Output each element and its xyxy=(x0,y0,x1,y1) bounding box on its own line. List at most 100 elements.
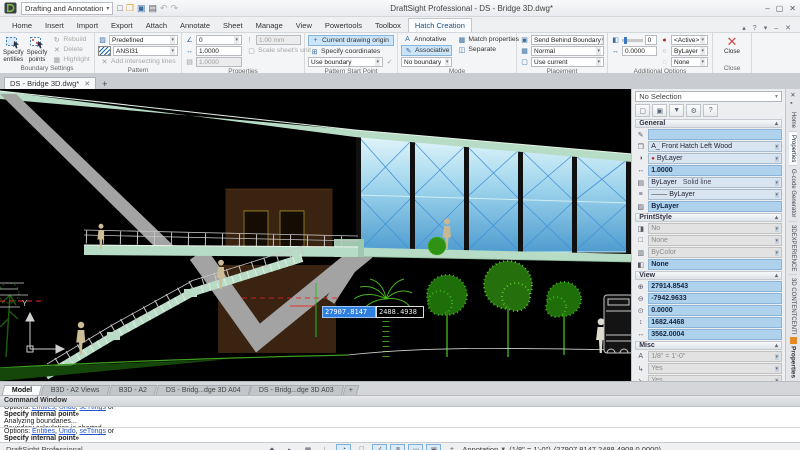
minimize-button[interactable]: – xyxy=(765,4,769,13)
selection-filter-select[interactable]: No Selection ▾ xyxy=(635,91,782,102)
gap-tolerance-field[interactable]: 0.0000 xyxy=(622,46,657,56)
tab-insert[interactable]: Insert xyxy=(39,19,70,32)
view-width-field[interactable]: 3562.0004 xyxy=(648,329,782,340)
command-window[interactable]: Command Window Options: Entities, Undo, … xyxy=(0,395,800,442)
hatch-scale-field[interactable]: 1.0000 xyxy=(196,46,242,56)
sheet-tab-b3d-a2[interactable]: B3D - A2 xyxy=(109,385,158,395)
help-icon[interactable]: ? xyxy=(750,25,760,32)
document-tab[interactable]: DS - Bridge 3D.dwg* ✕ xyxy=(4,77,96,89)
new-file-icon[interactable]: □ xyxy=(117,3,122,13)
section-printstyle[interactable]: PrintStyle▴ xyxy=(635,213,782,222)
scale-sheet-unit-toggle[interactable]: ▢Scale sheet's unit xyxy=(245,46,301,55)
pattern-type-select[interactable]: Predefined▾ xyxy=(109,35,178,45)
undo-icon[interactable]: ↶ xyxy=(160,3,168,13)
close-icon[interactable]: ✕ xyxy=(782,24,794,32)
linestyle-select[interactable]: ByLayerSolid line▾ xyxy=(648,177,782,188)
view-height-field[interactable]: 1682.4468 xyxy=(648,317,782,328)
dynamic-input-x[interactable]: 27907.8147 xyxy=(322,306,376,318)
minimize-icon[interactable]: – xyxy=(771,25,781,32)
associative-toggle[interactable]: ✎Associative xyxy=(401,45,452,56)
tab-manage[interactable]: Manage xyxy=(250,19,289,32)
tab-import[interactable]: Import xyxy=(71,19,104,32)
etrack-icon[interactable]: ∠ xyxy=(372,444,387,450)
esnap-icon[interactable]: □ xyxy=(354,444,369,450)
no-boundary-select[interactable]: No boundary▾ xyxy=(401,57,452,67)
match-properties-button[interactable]: ▩Match properties xyxy=(455,35,513,44)
island-detection-select[interactable]: Normal▾ xyxy=(531,46,604,56)
close-panel-icon[interactable]: ✕ xyxy=(790,91,795,99)
center-z-field[interactable]: 0.0000 xyxy=(648,305,782,316)
hatch-angle-select[interactable]: 0▾ xyxy=(196,35,242,45)
tab-toolbox[interactable]: Toolbox xyxy=(369,19,407,32)
section-misc[interactable]: Misc▴ xyxy=(635,341,782,350)
new-document-button[interactable]: + xyxy=(99,79,110,89)
snap-icon[interactable]: ◆ xyxy=(264,444,279,450)
tab-sheet[interactable]: Sheet xyxy=(217,19,249,32)
workspace-selector[interactable]: Drafting and Annotation ▾ xyxy=(21,2,113,15)
dynamic-input-y[interactable]: 2488.4938 xyxy=(376,306,424,318)
style-select[interactable]: None▾ xyxy=(671,57,708,67)
use-current-select[interactable]: Use current▾ xyxy=(531,57,604,67)
linecolor-select[interactable]: ●ByLayer▾ xyxy=(648,153,782,164)
tab-view[interactable]: View xyxy=(290,19,318,32)
settings-option-link[interactable]: seTtings xyxy=(80,407,106,411)
redo-icon[interactable]: ↷ xyxy=(171,3,179,13)
entities-option-link[interactable]: Entities xyxy=(32,428,55,435)
section-general[interactable]: General▴ xyxy=(635,119,782,128)
command-prompt[interactable]: Options: Entities, Undo, seTtings or Spe… xyxy=(0,427,800,442)
polar-icon[interactable]: ◔ xyxy=(336,444,351,450)
print-icon[interactable]: ▤ xyxy=(148,3,157,13)
tab-home[interactable]: Home xyxy=(6,19,38,32)
add-intersecting-lines-toggle[interactable]: ✕Add intersecting lines xyxy=(98,57,178,66)
side-tab-home[interactable]: Home xyxy=(789,109,797,132)
close-button[interactable]: ✕ xyxy=(789,4,796,13)
lineweight-icon[interactable]: ≡ xyxy=(390,444,405,450)
drawing-canvas[interactable]: 27907.8147 2488.4938 Y xyxy=(0,89,631,381)
linescale-field[interactable]: 1.0000 xyxy=(648,165,782,176)
model-space-icon[interactable]: ▣ xyxy=(426,444,441,450)
command-window-header[interactable]: Command Window xyxy=(0,396,800,407)
close-hatch-button[interactable]: ✕ Close xyxy=(719,35,745,56)
transparency-field[interactable]: ByLayer xyxy=(648,201,782,212)
grid-icon[interactable]: ▦ xyxy=(300,444,315,450)
hatch-spacing-field[interactable]: 1.0000 xyxy=(196,57,242,67)
center-x-field[interactable]: 27914.8543 xyxy=(648,281,782,292)
quick-select-icon[interactable]: ▣ xyxy=(652,104,667,117)
specify-coordinates-button[interactable]: ⊞Specify coordinates xyxy=(308,47,394,56)
close-tab-icon[interactable]: ✕ xyxy=(84,80,90,88)
pin-panel-icon[interactable]: ▪ xyxy=(790,100,795,107)
chevron-down-icon[interactable]: ▾ xyxy=(761,24,771,32)
help-icon[interactable]: ? xyxy=(703,104,718,117)
delete-button[interactable]: ✕Delete xyxy=(50,45,91,54)
annotative-toggle[interactable]: AAnnotative xyxy=(401,35,452,44)
transparency-slider[interactable] xyxy=(622,39,643,42)
sheet-tab-b3d-a2-views[interactable]: B3D - A2 Views xyxy=(41,385,110,395)
select-entities-icon[interactable]: ▢ xyxy=(635,104,650,117)
transparency-value[interactable]: 0 xyxy=(645,35,657,45)
current-drawing-origin-toggle[interactable]: +Current drawing origin xyxy=(308,35,394,46)
pattern-name-select[interactable]: ANSI31▾ xyxy=(113,46,178,56)
settings-option-link[interactable]: seTtings xyxy=(80,428,106,435)
maximize-button[interactable]: ▢ xyxy=(776,4,784,13)
separate-toggle[interactable]: ◫Separate xyxy=(455,45,513,54)
color-select[interactable]: ByLayer▾ xyxy=(671,46,708,56)
bycolor-select[interactable]: ByColor▾ xyxy=(648,247,782,258)
sheet-tab-bridge-a03[interactable]: DS - Bridg...dge 3D A03 xyxy=(249,385,344,395)
ucs-per-view-select[interactable]: Yes▾ xyxy=(648,363,782,374)
layer-select[interactable]: <Active>▾ xyxy=(671,35,708,45)
current-scale[interactable]: (1/8" = 1'-0") xyxy=(509,445,551,450)
sheet-tab-model[interactable]: Model xyxy=(2,385,43,395)
open-file-icon[interactable]: ❐ xyxy=(126,3,134,13)
annotation-scale-select[interactable]: Annotation ▼ xyxy=(462,445,506,450)
save-icon[interactable]: ▣ xyxy=(137,3,146,13)
center-y-field[interactable]: -7942.9633 xyxy=(648,293,782,304)
filter-icon[interactable]: ▼ xyxy=(669,104,684,117)
specify-points-button[interactable]: Specify points xyxy=(27,35,48,63)
section-view[interactable]: View▴ xyxy=(635,271,782,280)
add-status-icon[interactable]: + xyxy=(444,444,459,450)
lineweight-select[interactable]: ———ByLayer▾ xyxy=(648,189,782,200)
add-sheet-button[interactable]: + xyxy=(343,385,360,395)
tab-powertools[interactable]: Powertools xyxy=(319,19,368,32)
tab-annotate[interactable]: Annotate xyxy=(174,19,216,32)
printstyle-table-select[interactable]: None▾ xyxy=(648,235,782,246)
